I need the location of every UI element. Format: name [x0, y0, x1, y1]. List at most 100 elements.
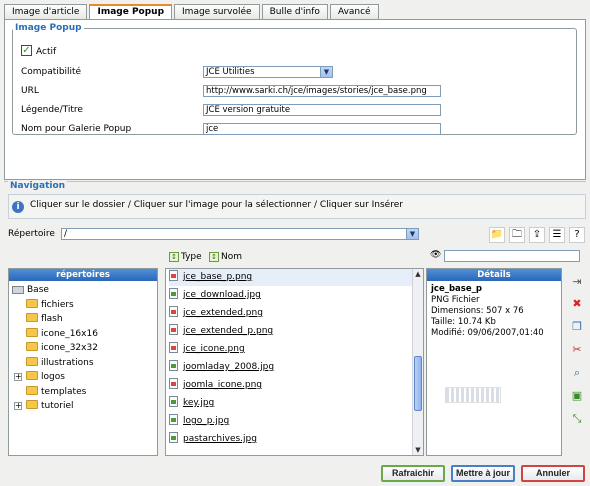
- resize-icon[interactable]: ⤡: [568, 410, 586, 428]
- galerie-label: Nom pour Galerie Popup: [21, 124, 132, 134]
- image-file-icon: [169, 414, 178, 425]
- file-item[interactable]: joomladay_2008.jpg: [169, 359, 274, 376]
- detail-size: Taille: 10.74 Kb: [431, 317, 496, 327]
- cut-icon[interactable]: ✂: [568, 341, 586, 359]
- folder-icon: [26, 299, 38, 308]
- add-image-icon[interactable]: ▣: [568, 387, 586, 405]
- tab-bar: Image d'article Image Popup Image survol…: [4, 4, 381, 20]
- sort-name-button[interactable]: ↕ Nom: [209, 250, 242, 264]
- drive-icon: [12, 285, 24, 294]
- tree-item-logos[interactable]: + logos: [14, 370, 65, 384]
- legende-label: Légende/Titre: [21, 105, 83, 115]
- navigation-section: Navigation i Cliquer sur le dossier / Cl…: [4, 181, 586, 458]
- legende-input[interactable]: JCE version gratuite: [203, 104, 441, 116]
- file-item[interactable]: logo_p.jpg: [169, 413, 229, 430]
- folder-icon: [26, 313, 38, 322]
- tab-avance[interactable]: Avancé: [329, 4, 379, 19]
- detail-dimensions: Dimensions: 507 x 76: [431, 306, 524, 316]
- info-icon: i: [12, 201, 24, 213]
- file-item[interactable]: jce_extended.png: [169, 305, 263, 322]
- tab-image-article[interactable]: Image d'article: [4, 4, 88, 19]
- cancel-button[interactable]: Annuler: [521, 465, 585, 482]
- files-panel: jce_base_p.png jce_download.jpg jce_exte…: [165, 268, 424, 456]
- chevron-down-icon: ▼: [320, 67, 332, 77]
- sort-type-label: Type: [181, 252, 202, 262]
- file-item[interactable]: key.jpg: [169, 395, 214, 412]
- folder-up-icon[interactable]: 📁: [489, 227, 505, 243]
- galerie-input[interactable]: jce: [203, 123, 441, 135]
- navigation-legend: Navigation: [8, 181, 68, 191]
- folder-icon: [26, 400, 38, 409]
- file-item[interactable]: jce_download.jpg: [169, 287, 261, 304]
- copy-icon[interactable]: ❐: [568, 318, 586, 336]
- folder-icon: [26, 357, 38, 366]
- file-item[interactable]: jce_base_p.png: [169, 269, 413, 286]
- tree-item-templates[interactable]: templates: [26, 385, 86, 399]
- folder-icon: [26, 328, 38, 337]
- view-list-icon[interactable]: ☰: [549, 227, 565, 243]
- image-file-icon: [169, 396, 178, 407]
- details-panel: Détails jce_base_p PNG Fichier Dimension…: [426, 268, 562, 456]
- file-item[interactable]: jce_extended_p.png: [169, 323, 273, 340]
- info-bar: i Cliquer sur le dossier / Cliquer sur l…: [8, 194, 586, 219]
- info-text: Cliquer sur le dossier / Cliquer sur l'i…: [30, 200, 403, 210]
- file-item[interactable]: pastarchives.jpg: [169, 431, 257, 448]
- expand-icon[interactable]: +: [14, 402, 22, 410]
- image-file-icon: [169, 342, 178, 353]
- search-input[interactable]: [444, 250, 580, 262]
- tab-image-survolee[interactable]: Image survolée: [174, 4, 260, 19]
- zoom-icon[interactable]: ⌕: [568, 364, 586, 382]
- compat-select[interactable]: JCE Utilities ▼: [203, 66, 333, 78]
- repertoire-select[interactable]: / ▼: [61, 228, 419, 240]
- tab-image-popup[interactable]: Image Popup: [89, 4, 173, 20]
- image-file-icon: [169, 306, 178, 317]
- compat-value: JCE Utilities: [206, 67, 255, 77]
- image-file-icon: [169, 432, 178, 443]
- sort-icon: ↕: [209, 252, 219, 262]
- scroll-thumb[interactable]: [414, 356, 422, 411]
- tree-item-flash[interactable]: flash: [26, 312, 63, 326]
- scroll-down-icon[interactable]: ▼: [414, 446, 422, 454]
- detail-name: jce_base_p: [431, 284, 482, 294]
- scroll-up-icon[interactable]: ▲: [414, 270, 422, 278]
- compat-label: Compatibilité: [21, 67, 82, 77]
- expand-icon[interactable]: +: [14, 373, 22, 381]
- url-input[interactable]: http://www.sarki.ch/jce/images/stories/j…: [203, 85, 441, 97]
- tree-item-fichiers[interactable]: fichiers: [26, 298, 74, 312]
- actif-label: Actif: [36, 47, 57, 57]
- tree-item-base[interactable]: Base: [12, 283, 49, 297]
- refresh-button[interactable]: Rafraichir: [381, 465, 445, 482]
- file-item[interactable]: joomla_icone.png: [169, 377, 262, 394]
- folder-icon: [26, 342, 38, 351]
- image-file-icon: [169, 378, 178, 389]
- details-header: Détails: [427, 269, 561, 281]
- files-scrollbar[interactable]: ▲ ▼: [412, 269, 423, 455]
- image-popup-fieldset: Image Popup ✓ Actif Compatibilité JCE Uti…: [12, 23, 577, 135]
- image-popup-legend: Image Popup: [15, 23, 82, 33]
- folder-icon: [26, 386, 38, 395]
- chevron-down-icon: ▼: [406, 229, 418, 239]
- tree-item-icone-16[interactable]: icone_16x16: [26, 327, 98, 341]
- tab-bulle-info[interactable]: Bulle d'info: [261, 4, 328, 19]
- help-icon[interactable]: ?: [569, 227, 585, 243]
- tree-item-tutoriel[interactable]: + tutoriel: [14, 399, 74, 413]
- image-popup-panel: Image Popup ✓ Actif Compatibilité JCE Uti…: [4, 19, 586, 180]
- actif-checkbox[interactable]: ✓: [21, 45, 32, 56]
- binoculars-icon: 👁: [430, 250, 442, 260]
- sort-icon: ↕: [169, 252, 179, 262]
- tree-item-illustrations[interactable]: illustrations: [26, 356, 94, 370]
- new-folder-icon[interactable]: 🗀: [509, 227, 525, 243]
- image-file-icon: [169, 270, 178, 281]
- upload-icon[interactable]: ⇪: [529, 227, 545, 243]
- file-item[interactable]: jce_icone.png: [169, 341, 245, 358]
- image-file-icon: [169, 288, 178, 299]
- sort-type-button[interactable]: ↕ Type: [169, 250, 202, 264]
- insert-icon[interactable]: ⇥: [568, 273, 586, 291]
- tree-item-icone-32[interactable]: icone_32x32: [26, 341, 98, 355]
- image-thumbnail: [445, 387, 501, 403]
- update-button[interactable]: Mettre à jour: [451, 465, 515, 482]
- folder-icon: [26, 371, 38, 380]
- sort-name-label: Nom: [221, 252, 243, 262]
- image-file-icon: [169, 324, 178, 335]
- delete-icon[interactable]: ✖: [568, 295, 586, 313]
